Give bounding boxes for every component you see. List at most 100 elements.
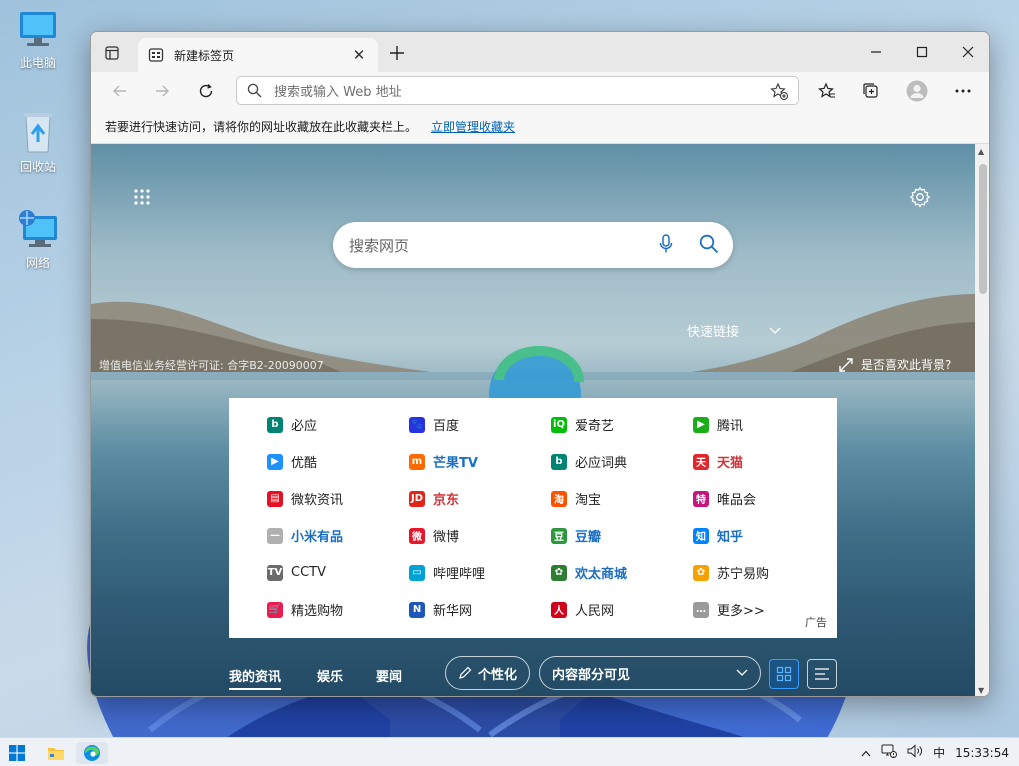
microphone-icon[interactable]: [659, 233, 673, 257]
like-background-button[interactable]: 是否喜欢此背景?: [839, 356, 951, 373]
quick-link[interactable]: 知知乎: [693, 517, 835, 554]
web-search-input[interactable]: 搜索网页: [349, 235, 659, 256]
quick-link[interactable]: 🐾 百度: [409, 406, 551, 443]
quick-link[interactable]: ▶ 优酷: [267, 443, 409, 480]
forward-button[interactable]: [147, 77, 177, 105]
avatar-icon: [906, 80, 928, 102]
volume-icon[interactable]: [907, 744, 923, 761]
quick-link[interactable]: ✿ 苏宁易购: [693, 554, 835, 591]
forward-arrow-icon: [156, 85, 169, 97]
page-scrollbar[interactable]: ▲ ▼: [975, 144, 989, 696]
quick-link-label: 豆瓣: [575, 530, 602, 545]
quick-link-label: 哔哩哔哩: [433, 567, 486, 582]
list-layout-button[interactable]: [807, 659, 837, 689]
clock[interactable]: 15:33:54: [955, 746, 1009, 760]
scrollbar-thumb[interactable]: [979, 164, 987, 294]
address-input[interactable]: 搜索或输入 Web 地址: [274, 81, 758, 100]
close-window-button[interactable]: [945, 32, 989, 72]
favorites-bar-message: 若要进行快速访问，请将你的网址收藏放在此收藏夹栏上。: [105, 120, 418, 134]
feed-tab-headlines[interactable]: 要闻: [376, 666, 402, 685]
quick-link[interactable]: 特唯品会: [693, 480, 835, 517]
quick-link-label: 更多>>: [717, 604, 765, 619]
close-icon: [962, 46, 974, 58]
collections-icon: [863, 83, 878, 98]
tab-actions-button[interactable]: [105, 46, 119, 63]
people-daily-icon: 人: [551, 601, 567, 618]
profile-button[interactable]: [902, 77, 932, 105]
file-explorer-button[interactable]: [44, 742, 68, 764]
page-settings-button[interactable]: [909, 186, 931, 211]
search-submit-icon[interactable]: [699, 234, 719, 257]
quick-link[interactable]: 天天猫: [693, 443, 835, 480]
address-bar[interactable]: 搜索或输入 Web 地址: [236, 76, 799, 105]
quick-link-label: 天猫: [717, 456, 744, 471]
input-method-indicator[interactable]: 中: [933, 744, 945, 761]
quick-link[interactable]: ▤ 微软资讯: [267, 480, 409, 517]
quick-link-label: 新华网: [433, 604, 473, 619]
scroll-up-arrow-icon[interactable]: ▲: [978, 147, 984, 156]
feed-tab-my-feed[interactable]: 我的资讯: [229, 666, 282, 690]
show-hidden-icons-icon[interactable]: [861, 746, 871, 760]
desktop-icon-this-pc[interactable]: 此电脑: [8, 10, 68, 71]
quick-link[interactable]: 豆豆瓣: [551, 517, 693, 554]
quick-link[interactable]: ▭ 哔哩哔哩: [409, 554, 551, 591]
quick-link[interactable]: JD 京东: [409, 480, 551, 517]
quick-link[interactable]: 微微博: [409, 517, 551, 554]
quick-link[interactable]: m 芒果TV: [409, 443, 551, 480]
tab-title: 新建标签页: [174, 48, 235, 63]
quick-link-label: 唯品会: [717, 493, 757, 508]
chevron-down-icon: [736, 669, 748, 676]
personalize-button[interactable]: 个性化: [445, 656, 531, 690]
quick-link[interactable]: 淘淘宝: [551, 480, 693, 517]
close-tab-icon[interactable]: ✕: [350, 46, 368, 64]
new-tab-button[interactable]: [385, 41, 409, 65]
manage-favorites-link[interactable]: 立即管理收藏夹: [431, 118, 515, 135]
quick-link[interactable]: TV CCTV: [267, 554, 409, 591]
apps-grid-icon: [134, 189, 150, 205]
quick-link[interactable]: 人人民网: [551, 591, 693, 628]
maximize-button[interactable]: [899, 32, 945, 72]
edge-taskbar-button[interactable]: [76, 742, 108, 764]
settings-and-more-button[interactable]: [948, 77, 978, 105]
quick-links-label: 快速链接: [687, 325, 740, 340]
feed-tab-entertainment[interactable]: 娱乐: [317, 666, 343, 685]
favorites-button[interactable]: [812, 77, 842, 105]
back-button[interactable]: [105, 77, 135, 105]
quick-link[interactable]: — 小米有品: [267, 517, 409, 554]
collections-button[interactable]: [856, 77, 886, 105]
start-button[interactable]: [6, 742, 28, 764]
web-search-box[interactable]: 搜索网页: [333, 222, 733, 268]
quick-link-label: 微软资讯: [291, 493, 344, 508]
heytap-icon: ✿: [551, 564, 567, 581]
scroll-down-arrow-icon[interactable]: ▼: [978, 686, 984, 695]
quick-link[interactable]: iQ 爱奇艺: [551, 406, 693, 443]
desktop-icon-network[interactable]: 网络: [8, 208, 68, 271]
douban-icon: 豆: [551, 527, 567, 544]
bing-icon: b: [267, 416, 283, 433]
content-visibility-select[interactable]: 内容部分可见: [539, 656, 761, 690]
quick-link[interactable]: b 必应词典: [551, 443, 693, 480]
desktop-icon-recycle-bin[interactable]: 回收站: [8, 110, 68, 175]
tab-new-tab[interactable]: 新建标签页 ✕: [138, 38, 378, 72]
quick-link[interactable]: ▶ 腾讯: [693, 406, 835, 443]
quick-link-label: 人民网: [575, 604, 615, 619]
quick-link[interactable]: ✿ 欢太商城: [551, 554, 693, 591]
minimize-button[interactable]: [853, 32, 899, 72]
bilibili-icon: ▭: [409, 564, 425, 581]
quick-links-toggle[interactable]: 快速链接: [687, 321, 781, 340]
minimize-icon: [871, 51, 881, 53]
jd-icon: JD: [409, 490, 425, 507]
quick-link[interactable]: N 新华网: [409, 591, 551, 628]
add-favorite-icon[interactable]: [770, 82, 788, 100]
quick-link-label: 精选购物: [291, 604, 344, 619]
network-status-icon[interactable]: [881, 744, 898, 761]
grid-layout-button[interactable]: [769, 659, 799, 689]
gear-icon: [909, 186, 931, 208]
quick-link-label: 欢太商城: [575, 567, 628, 582]
refresh-button[interactable]: [191, 77, 221, 105]
new-tab-page-icon: [148, 48, 164, 62]
quick-link[interactable]: b 必应: [267, 406, 409, 443]
quick-link[interactable]: 🛒 精选购物: [267, 591, 409, 628]
apps-launcher-button[interactable]: [133, 188, 151, 209]
list-layout-icon: [815, 668, 829, 680]
